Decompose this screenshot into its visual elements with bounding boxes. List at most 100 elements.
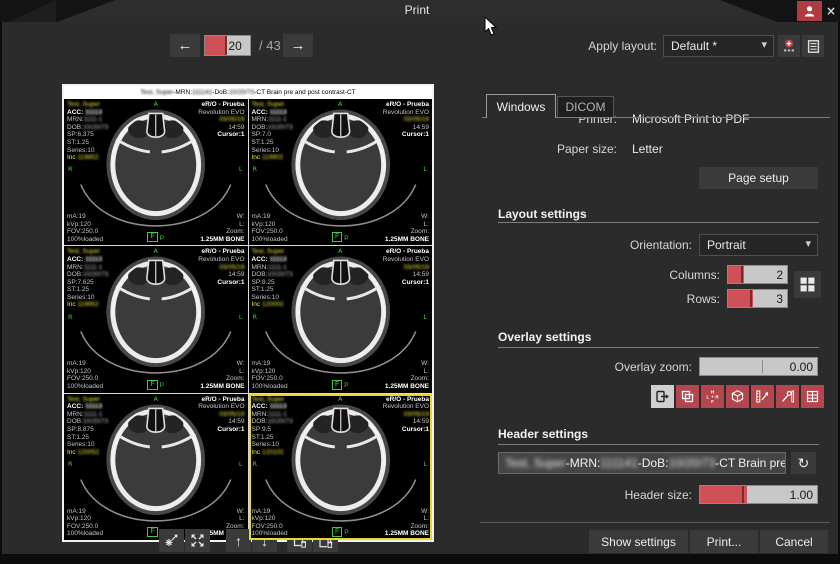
header-field-segment: -CT Brain pre	[715, 456, 786, 470]
overlay-zoom-label: Overlay zoom:	[482, 360, 692, 374]
flip-marker: F	[332, 232, 342, 242]
paper-size-value: Letter	[632, 142, 663, 156]
orientation-marker-anterior: A	[64, 101, 248, 109]
apply-layout-dropdown[interactable]: Default * ▾	[663, 35, 774, 57]
cursor-label: Cursor:1	[198, 279, 244, 287]
overlay-orientation-cube-toggle[interactable]	[726, 385, 749, 408]
frames-icon	[680, 389, 695, 404]
window-level: L:	[385, 368, 429, 376]
ct-image-cell[interactable]: Test, Super ACC: 11113 MRN:1111-1 DOB:10…	[249, 394, 433, 540]
overlay-zoom-slider[interactable]: 0.00	[699, 357, 818, 376]
page-spinner-handle[interactable]	[225, 36, 227, 55]
window-width: W:	[200, 213, 244, 221]
actual-size-button[interactable]	[159, 529, 184, 552]
page-total: / 43	[259, 38, 281, 53]
mrn-value: 1111-1	[84, 264, 103, 271]
cursor-label: Cursor:1	[383, 426, 429, 434]
orientation-dropdown[interactable]: Portrait ▾	[699, 234, 818, 256]
ct-image-cell[interactable]: Test, Super ACC: 11113 MRN:1111-1 DOB:10…	[64, 246, 248, 392]
page-number-spinner[interactable]: 20	[204, 35, 251, 56]
dob-value: 10/20/73	[267, 418, 292, 425]
mrn-value: 1111-1	[84, 116, 103, 123]
print-button[interactable]: Print...	[690, 530, 758, 553]
reconstruction-preset: 1.25MM BONE	[200, 383, 244, 391]
overlay-probe-toggle[interactable]	[776, 385, 799, 408]
preview-header-segment: -CT Brain pre and post contrast-CT	[254, 89, 355, 96]
overlay-zoom-handle[interactable]	[762, 360, 763, 373]
columns-spinner-handle[interactable]	[741, 266, 743, 283]
orientation-marker-right: R	[253, 166, 258, 174]
fit-to-window-button[interactable]	[185, 529, 210, 552]
study-date: 03/05/19	[198, 411, 244, 419]
previous-page-button[interactable]: ←	[170, 34, 200, 57]
slice-thickness: ST:1.25	[67, 139, 108, 147]
header-field-segment: 111141	[600, 456, 637, 470]
page-number-value: 20	[228, 39, 241, 53]
close-button[interactable]: ×	[823, 1, 839, 21]
overlay-table-toggle[interactable]	[801, 385, 824, 408]
scanner-model: Revolution EVO	[198, 109, 244, 117]
tube-voltage: kVp:120	[67, 368, 103, 376]
series-number: Series:10	[252, 441, 293, 449]
page-setup-button[interactable]: Page setup	[699, 167, 818, 189]
flip-marker: F	[332, 527, 342, 537]
orientation-marker-left: L	[239, 314, 243, 322]
preview-header-segment: Test, Super	[140, 89, 173, 96]
rows-spinner[interactable]: 3	[727, 289, 788, 308]
dob-value: 10/20/73	[83, 124, 108, 131]
accession-number: 11113	[270, 256, 287, 263]
flip-marker: F	[147, 527, 157, 537]
study-time: 14:59	[198, 271, 244, 279]
apply-layout-value: Default *	[671, 39, 717, 53]
arrow-left-icon: ←	[178, 37, 193, 54]
tube-voltage: kVp:120	[252, 515, 288, 523]
accession-number: 11113	[85, 109, 102, 116]
dialog-body: ← 20 / 43 → Apply layout: Default * ▾	[2, 22, 838, 554]
tab-dicom[interactable]: DICOM	[557, 96, 614, 117]
preview-header-segment: 10/20/73	[229, 89, 254, 96]
study-date: 03/05/19	[198, 116, 244, 124]
orientation-marker-left: L	[423, 166, 427, 174]
dob-value: 10/20/73	[267, 124, 292, 131]
show-settings-button[interactable]: Show settings	[589, 530, 688, 553]
add-layout-button[interactable]	[778, 35, 800, 57]
overlay-top-left: Test, Super ACC: 11113 MRN:1111-1 DOB:10…	[67, 101, 108, 162]
study-time: 14:59	[383, 418, 429, 426]
layout-list-button[interactable]	[802, 35, 824, 57]
header-size-slider[interactable]: 1.00	[699, 485, 818, 504]
overlay-export-toggle[interactable]	[651, 385, 674, 408]
preview-header-segment: -MRN:	[173, 89, 192, 96]
ct-image-cell[interactable]: Test, Super ACC: 11113 MRN:1111-1 DOB:10…	[249, 246, 433, 392]
next-page-button[interactable]: →	[283, 34, 313, 57]
study-time: 14:59	[198, 418, 244, 426]
rows-value: 3	[776, 292, 783, 306]
dob-value: 10/20/73	[83, 418, 108, 425]
reconstruction-preset: 1.25MM BONE	[385, 530, 429, 538]
mrn-value: 1111-1	[84, 411, 103, 418]
tab-windows[interactable]: Windows	[486, 94, 556, 118]
slice-position: SP:8.875	[67, 426, 108, 434]
ct-image-cell[interactable]: Test, Super ACC: 11113 MRN:1111-1 DOB:10…	[64, 394, 248, 540]
overlay-bottom-right: W: L: Zoom: 1.25MM BONE	[200, 213, 244, 243]
move-page-up-button[interactable]: ↑	[226, 529, 251, 552]
grid-layout-button[interactable]	[794, 271, 821, 298]
window-width: W:	[385, 508, 429, 516]
ct-image-cell[interactable]: Test, Super ACC: 11113 MRN:1111-1 DOB:10…	[64, 99, 248, 245]
columns-spinner[interactable]: 2	[727, 265, 788, 284]
slice-position: SP:7.625	[67, 279, 108, 287]
window-level: L:	[200, 368, 244, 376]
orientation-marker-left: L	[423, 314, 427, 322]
overlay-bottom-right: W: L: Zoom: 1.25MM BONE	[200, 360, 244, 390]
title-bar: Print ×	[0, 0, 840, 22]
cancel-button[interactable]: Cancel	[760, 530, 828, 553]
arrow-up-icon: ↑	[235, 533, 242, 549]
header-text-field[interactable]: Test, Super-MRN:111141-DoB:10/20/73-CT B…	[498, 452, 786, 474]
user-button[interactable]	[797, 1, 822, 21]
header-size-handle[interactable]	[742, 486, 744, 503]
rows-spinner-handle[interactable]	[750, 290, 752, 307]
overlay-frames-toggle[interactable]	[676, 385, 699, 408]
refresh-header-button[interactable]: ↻	[791, 452, 816, 474]
overlay-ruler-toggle[interactable]	[751, 385, 774, 408]
overlay-orientation-markers-toggle[interactable]: HL+ RF	[701, 385, 724, 408]
ct-image-cell[interactable]: Test, Super ACC: 11113 MRN:1111-1 DOB:10…	[249, 99, 433, 245]
